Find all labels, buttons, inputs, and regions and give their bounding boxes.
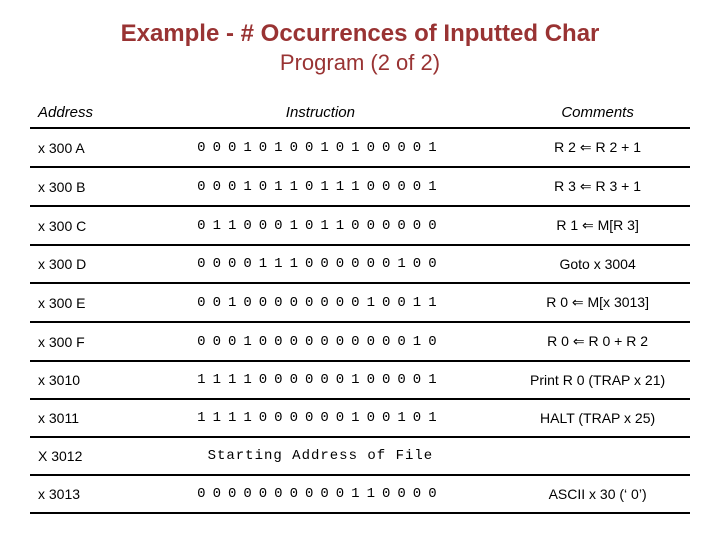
cell-comment bbox=[505, 437, 690, 475]
cell-comment: R 3 ⇐ R 3 + 1 bbox=[505, 167, 690, 206]
table-row: x 300 A0001010010100001R 2 ⇐ R 2 + 1 bbox=[30, 128, 690, 167]
program-table: Address Instruction Comments x 300 A0001… bbox=[30, 94, 690, 514]
table-row: x 30111111000000100101HALT (TRAP x 25) bbox=[30, 399, 690, 437]
table-header-row: Address Instruction Comments bbox=[30, 94, 690, 128]
table-row: x 300 C0110001011000000R 1 ⇐ M[R 3] bbox=[30, 206, 690, 245]
col-header-address: Address bbox=[30, 94, 136, 128]
cell-address: x 3010 bbox=[30, 361, 136, 399]
cell-comment: R 0 ⇐ M[x 3013] bbox=[505, 283, 690, 322]
cell-instruction: 0000000000110000 bbox=[136, 475, 506, 513]
slide: Example - # Occurrences of Inputted Char… bbox=[0, 0, 720, 514]
cell-address: x 300 D bbox=[30, 245, 136, 283]
cell-instruction: 0001010010100001 bbox=[136, 128, 506, 167]
cell-address: x 300 B bbox=[30, 167, 136, 206]
cell-address: X 3012 bbox=[30, 437, 136, 475]
cell-instruction: 0001011011100001 bbox=[136, 167, 506, 206]
cell-comment: Goto x 3004 bbox=[505, 245, 690, 283]
cell-address: x 300 C bbox=[30, 206, 136, 245]
cell-address: x 300 E bbox=[30, 283, 136, 322]
slide-subtitle: Program (2 of 2) bbox=[30, 50, 690, 76]
cell-address: x 300 F bbox=[30, 322, 136, 361]
table-row: x 300 F0001000000000010R 0 ⇐ R 0 + R 2 bbox=[30, 322, 690, 361]
cell-instruction: Starting Address of File bbox=[136, 437, 506, 475]
cell-address: x 3013 bbox=[30, 475, 136, 513]
cell-instruction: 0000111000000100 bbox=[136, 245, 506, 283]
cell-instruction: 0010000000010011 bbox=[136, 283, 506, 322]
cell-comment: R 2 ⇐ R 2 + 1 bbox=[505, 128, 690, 167]
cell-comment: R 1 ⇐ M[R 3] bbox=[505, 206, 690, 245]
table-row: x 300 B0001011011100001R 3 ⇐ R 3 + 1 bbox=[30, 167, 690, 206]
table-row: x 30130000000000110000ASCII x 30 (‘ 0’) bbox=[30, 475, 690, 513]
slide-title: Example - # Occurrences of Inputted Char bbox=[30, 20, 690, 48]
cell-instruction: 1111000000100001 bbox=[136, 361, 506, 399]
col-header-instruction: Instruction bbox=[136, 94, 506, 128]
cell-comment: ASCII x 30 (‘ 0’) bbox=[505, 475, 690, 513]
cell-address: x 300 A bbox=[30, 128, 136, 167]
table-row: X 3012Starting Address of File bbox=[30, 437, 690, 475]
cell-instruction: 1111000000100101 bbox=[136, 399, 506, 437]
table-row: x 30101111000000100001Print R 0 (TRAP x … bbox=[30, 361, 690, 399]
table-row: x 300 D0000111000000100Goto x 3004 bbox=[30, 245, 690, 283]
cell-comment: HALT (TRAP x 25) bbox=[505, 399, 690, 437]
cell-instruction: 0110001011000000 bbox=[136, 206, 506, 245]
cell-address: x 3011 bbox=[30, 399, 136, 437]
cell-instruction: 0001000000000010 bbox=[136, 322, 506, 361]
col-header-comments: Comments bbox=[505, 94, 690, 128]
table-row: x 300 E0010000000010011R 0 ⇐ M[x 3013] bbox=[30, 283, 690, 322]
cell-comment: Print R 0 (TRAP x 21) bbox=[505, 361, 690, 399]
cell-comment: R 0 ⇐ R 0 + R 2 bbox=[505, 322, 690, 361]
